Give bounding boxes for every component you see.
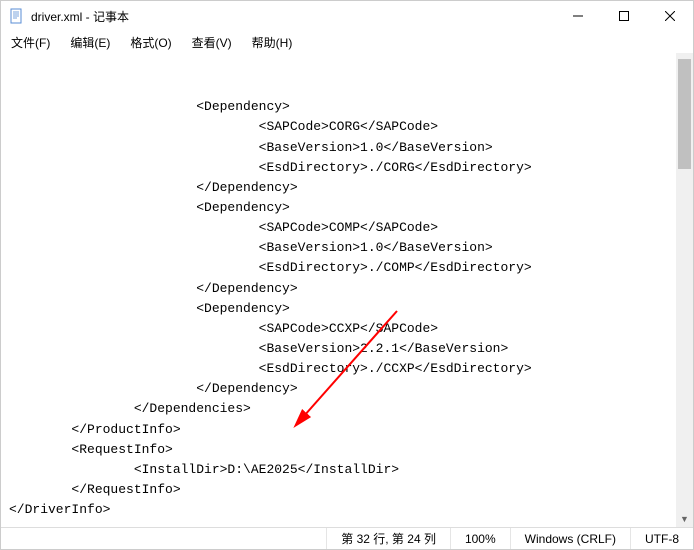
text-line[interactable]: <Dependency> bbox=[9, 299, 685, 319]
text-line[interactable]: <InstallDir>D:\AE2025</InstallDir> bbox=[9, 460, 685, 480]
maximize-button[interactable] bbox=[601, 1, 647, 31]
text-line[interactable]: <BaseVersion>1.0</BaseVersion> bbox=[9, 238, 685, 258]
text-line[interactable]: </Dependency> bbox=[9, 379, 685, 399]
text-line[interactable]: <Dependency> bbox=[9, 198, 685, 218]
text-line[interactable]: <Dependency> bbox=[9, 97, 685, 117]
menu-file[interactable]: 文件(F) bbox=[7, 33, 54, 52]
text-line[interactable]: <SAPCode>COMP</SAPCode> bbox=[9, 218, 685, 238]
close-button[interactable] bbox=[647, 1, 693, 31]
menu-format[interactable]: 格式(O) bbox=[126, 33, 175, 52]
text-line[interactable]: </Dependency> bbox=[9, 279, 685, 299]
text-line[interactable]: <BaseVersion>1.0</BaseVersion> bbox=[9, 138, 685, 158]
text-line[interactable]: <EsdDirectory>./CCXP</EsdDirectory> bbox=[9, 359, 685, 379]
text-line[interactable]: <BaseVersion>2.2.1</BaseVersion> bbox=[9, 339, 685, 359]
scrollbar-vertical[interactable]: ▲ ▼ bbox=[676, 53, 693, 527]
text-line[interactable]: </Dependencies> bbox=[9, 399, 685, 419]
menu-bar: 文件(F) 编辑(E) 格式(O) 查看(V) 帮助(H) bbox=[1, 31, 693, 53]
minimize-button[interactable] bbox=[555, 1, 601, 31]
text-content[interactable]: <Dependency> <SAPCode>CORG</SAPCode> <Ba… bbox=[9, 97, 685, 520]
text-line[interactable]: <SAPCode>CCXP</SAPCode> bbox=[9, 319, 685, 339]
text-line[interactable]: </Dependency> bbox=[9, 178, 685, 198]
text-editor-area[interactable]: <Dependency> <SAPCode>CORG</SAPCode> <Ba… bbox=[1, 53, 693, 527]
status-zoom: 100% bbox=[450, 528, 510, 549]
menu-help[interactable]: 帮助(H) bbox=[248, 33, 297, 52]
title-bar: driver.xml - 记事本 bbox=[1, 1, 693, 31]
text-line[interactable]: <EsdDirectory>./CORG</EsdDirectory> bbox=[9, 158, 685, 178]
text-line[interactable]: </ProductInfo> bbox=[9, 420, 685, 440]
status-eol: Windows (CRLF) bbox=[510, 528, 630, 549]
status-encoding: UTF-8 bbox=[630, 528, 693, 549]
text-line[interactable]: </RequestInfo> bbox=[9, 480, 685, 500]
window-controls bbox=[555, 1, 693, 31]
text-line[interactable]: </DriverInfo> bbox=[9, 500, 685, 520]
text-line[interactable]: <RequestInfo> bbox=[9, 440, 685, 460]
status-bar: 第 32 行, 第 24 列 100% Windows (CRLF) UTF-8 bbox=[1, 527, 693, 549]
scroll-down-icon[interactable]: ▼ bbox=[676, 510, 693, 527]
text-line[interactable]: <SAPCode>CORG</SAPCode> bbox=[9, 117, 685, 137]
notepad-icon bbox=[9, 8, 25, 24]
menu-view[interactable]: 查看(V) bbox=[188, 33, 236, 52]
status-position: 第 32 行, 第 24 列 bbox=[326, 528, 450, 549]
scrollbar-thumb[interactable] bbox=[678, 59, 691, 169]
text-line[interactable]: <EsdDirectory>./COMP</EsdDirectory> bbox=[9, 258, 685, 278]
window-title: driver.xml - 记事本 bbox=[31, 8, 555, 25]
menu-edit[interactable]: 编辑(E) bbox=[66, 33, 114, 52]
